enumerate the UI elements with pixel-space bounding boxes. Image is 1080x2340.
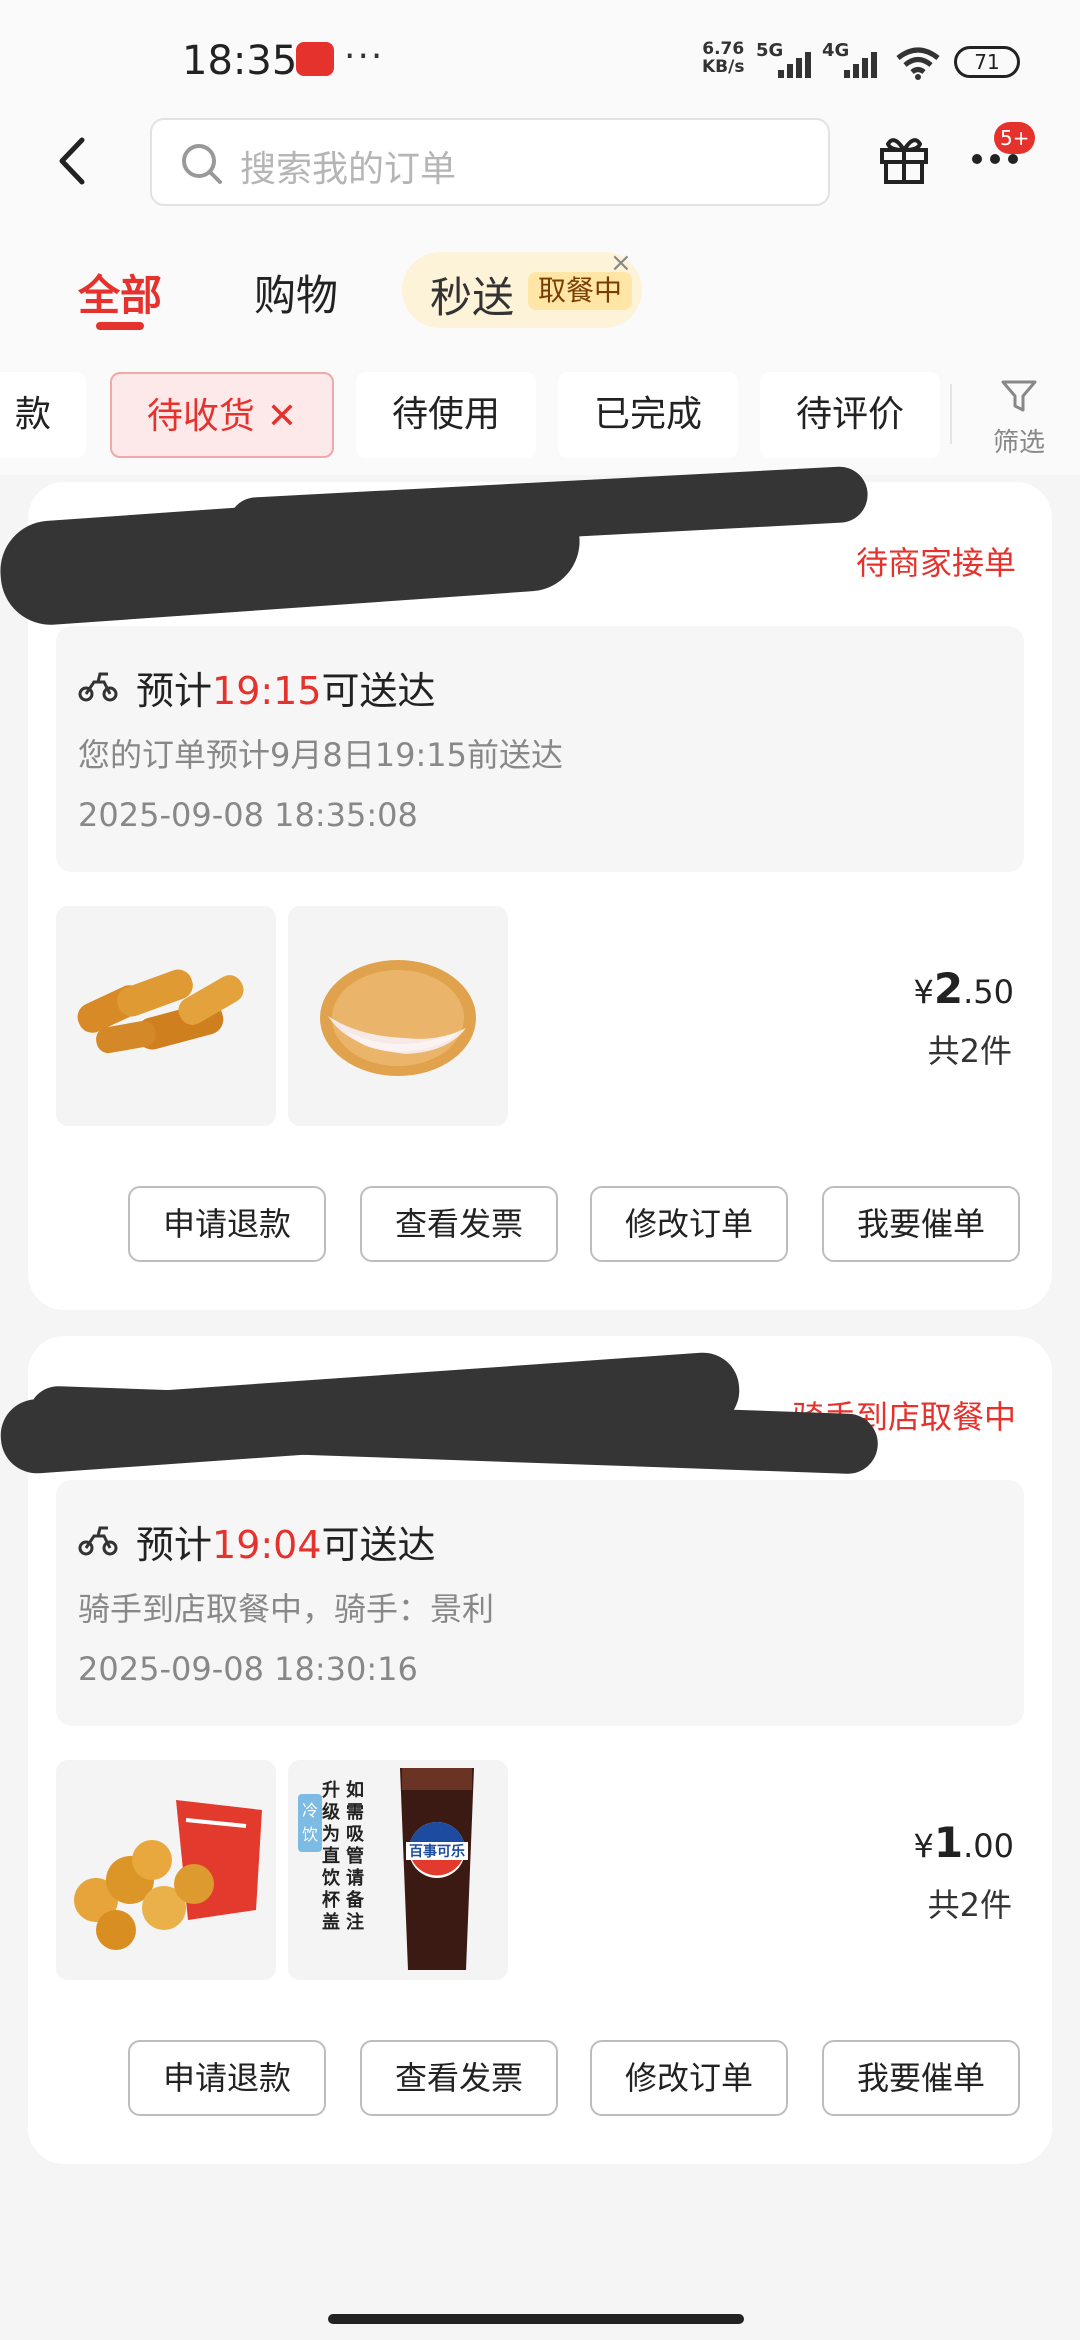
- price-symbol: ¥: [913, 1827, 934, 1865]
- tab-miaosong[interactable]: 秒送 取餐中 ×: [402, 248, 642, 328]
- item-image-chicken-strips[interactable]: [56, 906, 276, 1126]
- price-symbol: ¥: [913, 973, 934, 1011]
- price-integer: 2: [933, 964, 964, 1013]
- signal-icon: [778, 48, 816, 78]
- eta-text: 预计19:15可送达: [136, 660, 436, 715]
- lid-note-text: 升级为直饮杯盖: [321, 1780, 341, 1933]
- search-placeholder: 搜索我的订单: [240, 149, 457, 190]
- eta-suffix: 可送达: [321, 669, 436, 713]
- filter-chip-label: 待收货: [146, 396, 255, 437]
- item-image-chicken-fillet[interactable]: [288, 906, 508, 1126]
- filter-chip-completed[interactable]: 已完成: [558, 372, 738, 458]
- gift-icon[interactable]: [876, 130, 932, 186]
- eta-time: 19:04: [212, 1523, 322, 1567]
- price-decimal: .00: [963, 1827, 1014, 1865]
- funnel-icon: [1001, 380, 1037, 412]
- pepsi-label-text: 百事可乐: [409, 1843, 465, 1860]
- tab-miaosong-label: 秒送: [430, 273, 515, 322]
- eta-time: 19:15: [212, 669, 322, 713]
- network-speed: 6.76 KB/s: [702, 40, 744, 76]
- filter-clear-icon[interactable]: ✕: [267, 396, 297, 437]
- network-speed-unit: KB/s: [702, 57, 745, 77]
- signal-icon-2: [844, 48, 882, 78]
- item-count: 共2件: [927, 1886, 1012, 1924]
- filter-chip-to-review[interactable]: 待评价: [760, 372, 940, 458]
- view-invoice-button[interactable]: 查看发票: [360, 2040, 558, 2116]
- tab-shopping[interactable]: 购物: [254, 262, 338, 323]
- notification-badge: 5+: [994, 122, 1036, 154]
- order-price: ¥1.00: [914, 1818, 1014, 1867]
- urge-order-button[interactable]: 我要催单: [822, 1186, 1020, 1262]
- filter-label: 筛选: [992, 428, 1045, 458]
- filter-chip-to-use[interactable]: 待使用: [356, 372, 536, 458]
- wifi-icon: [896, 47, 940, 80]
- order-price: ¥2.50: [914, 964, 1014, 1013]
- cold-drink-tag-bottom: 饮: [302, 1825, 318, 1844]
- item-image-pepsi[interactable]: 冷 饮 如需吸管请备注 升级为直饮杯盖 百事可乐: [288, 1760, 508, 1980]
- modify-order-button[interactable]: 修改订单: [590, 1186, 788, 1262]
- straw-note-text: 如需吸管请备注: [345, 1779, 365, 1933]
- filter-bar: 款 待收货 ✕ 待使用 已完成 待评价 筛选: [0, 372, 1080, 462]
- order-timestamp: 2025-09-08 18:30:16: [78, 1650, 418, 1688]
- search-input[interactable]: 搜索我的订单: [150, 118, 830, 206]
- tab-all[interactable]: 全部: [78, 262, 162, 323]
- modify-order-button[interactable]: 修改订单: [590, 2040, 788, 2116]
- item-image-popcorn-chicken[interactable]: [56, 1760, 276, 1980]
- view-invoice-button[interactable]: 查看发票: [360, 1186, 558, 1262]
- filter-button[interactable]: 筛选: [984, 376, 1054, 459]
- filter-divider: [950, 384, 952, 444]
- eta-text: 预计19:04可送达: [136, 1514, 436, 1569]
- network-speed-value: 6.76: [702, 39, 745, 59]
- order-card[interactable]: 待商家接单 预计19:15可送达 您的订单预计9月8日19:15前送达 2025…: [0, 465, 1052, 1310]
- scooter-icon: [78, 672, 118, 702]
- battery-icon: 71: [954, 46, 1020, 78]
- filter-chip-pending-receipt[interactable]: 待收货 ✕: [110, 372, 334, 458]
- eta-suffix: 可送达: [321, 1523, 436, 1567]
- order-status: 待商家接单: [855, 544, 1016, 582]
- tab-active-indicator: [96, 322, 144, 330]
- status-time: 18:35: [182, 38, 298, 84]
- miaosong-close-icon[interactable]: ×: [610, 248, 632, 278]
- delivery-description: 您的订单预计9月8日19:15前送达: [78, 736, 563, 774]
- back-icon[interactable]: [52, 136, 92, 186]
- delivery-info: 预计19:15可送达 您的订单预计9月8日19:15前送达 2025-09-08…: [56, 626, 1024, 872]
- urge-order-button[interactable]: 我要催单: [822, 2040, 1020, 2116]
- status-bar: 18:35 ··· 6.76 KB/s 5G 4G 71: [0, 0, 1080, 120]
- delivery-info: 预计19:04可送达 骑手到店取餐中，骑手：景利 2025-09-08 18:3…: [56, 1480, 1024, 1726]
- cold-drink-tag-top: 冷: [302, 1801, 318, 1820]
- delivery-description: 骑手到店取餐中，骑手：景利: [78, 1590, 495, 1628]
- refund-button[interactable]: 申请退款: [128, 1186, 326, 1262]
- refund-button[interactable]: 申请退款: [128, 2040, 326, 2116]
- app-notification-icon: [296, 42, 334, 76]
- eta-prefix: 预计: [136, 1523, 213, 1567]
- status-more-icon: ···: [344, 36, 385, 77]
- filter-chip-partial[interactable]: 款: [0, 372, 86, 458]
- home-indicator[interactable]: [328, 2314, 744, 2324]
- order-card[interactable]: 骑手到店取餐中 预计19:04可送达 骑手到店取餐中，骑手：景利 2025-09…: [0, 1336, 1052, 2164]
- search-icon: [182, 144, 222, 184]
- item-count: 共2件: [927, 1032, 1012, 1070]
- scooter-icon: [78, 1526, 118, 1556]
- order-timestamp: 2025-09-08 18:35:08: [78, 796, 418, 834]
- eta-prefix: 预计: [136, 669, 213, 713]
- price-decimal: .50: [963, 973, 1014, 1011]
- price-integer: 1: [933, 1818, 964, 1867]
